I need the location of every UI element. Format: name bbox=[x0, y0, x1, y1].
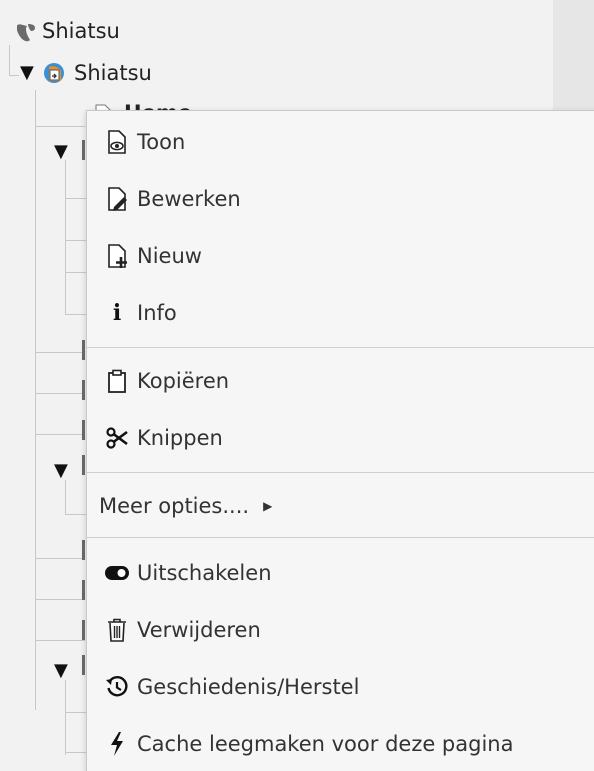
menu-item-label: Nieuw bbox=[137, 244, 202, 268]
page-icon bbox=[82, 620, 85, 640]
tree-guide-line bbox=[35, 90, 36, 710]
menu-item-label: Toon bbox=[137, 130, 186, 154]
menu-item-new[interactable]: Nieuw bbox=[87, 228, 594, 284]
menu-item-label: Meer opties.... bbox=[99, 494, 250, 518]
menu-item-edit[interactable]: Bewerken bbox=[87, 171, 594, 227]
tree-guide-line bbox=[35, 599, 85, 600]
page-edit-icon bbox=[99, 187, 135, 211]
tree-guide-line bbox=[65, 272, 86, 273]
tree-root-label[interactable]: Shiatsu bbox=[42, 19, 120, 43]
menu-item-label: Cache leegmaken voor deze pagina bbox=[137, 732, 514, 756]
tree-guide-line bbox=[65, 514, 86, 515]
menu-divider bbox=[87, 472, 594, 473]
menu-item-view[interactable]: Toon bbox=[87, 114, 594, 170]
page-icon bbox=[82, 340, 85, 360]
trash-icon bbox=[99, 618, 135, 642]
tree-guide-line bbox=[35, 640, 85, 641]
menu-item-delete[interactable]: Verwijderen bbox=[87, 602, 594, 658]
menu-item-label: Uitschakelen bbox=[137, 561, 272, 585]
toggle-icon bbox=[99, 565, 135, 581]
tree-guide-line bbox=[65, 160, 66, 315]
page-icon bbox=[82, 580, 85, 600]
bolt-icon bbox=[99, 732, 135, 756]
page-icon bbox=[82, 455, 85, 475]
tree-guide-line bbox=[65, 480, 66, 515]
tree-guide-line bbox=[35, 558, 85, 559]
caret-right-icon: ▶ bbox=[263, 499, 273, 513]
expand-toggle-icon[interactable]: ▼ bbox=[54, 462, 68, 480]
tree-guide-line bbox=[35, 352, 85, 353]
expand-toggle-icon[interactable]: ▼ bbox=[54, 662, 68, 680]
menu-item-label: Kopiëren bbox=[137, 369, 230, 393]
page-icon bbox=[82, 540, 85, 560]
site-root-icon bbox=[42, 61, 66, 89]
page-icon bbox=[82, 420, 85, 440]
tree-guide-line bbox=[35, 393, 85, 394]
menu-item-copy[interactable]: Kopiëren bbox=[87, 353, 594, 409]
page-icon bbox=[82, 140, 85, 160]
tree-guide-line bbox=[65, 712, 86, 713]
info-icon: i bbox=[112, 300, 122, 326]
menu-divider bbox=[87, 537, 594, 538]
typo3-logo-icon bbox=[14, 22, 38, 50]
tree-guide-line bbox=[65, 198, 86, 199]
page-new-icon bbox=[99, 244, 135, 268]
menu-item-more-options[interactable]: Meer opties.... ▶ bbox=[87, 478, 594, 534]
menu-item-label: Bewerken bbox=[137, 187, 241, 211]
menu-item-label: Knippen bbox=[137, 426, 223, 450]
tree-guide-line bbox=[9, 45, 10, 75]
menu-divider bbox=[87, 347, 594, 348]
tree-guide-line bbox=[65, 752, 86, 753]
tree-guide-line bbox=[65, 680, 66, 755]
page-tree-panel: Shiatsu ▼ Shiatsu ▼ ▼ ▼ Toon Bewerken Ni… bbox=[0, 0, 594, 771]
expand-toggle-icon[interactable]: ▼ bbox=[54, 143, 68, 161]
context-menu: Toon Bewerken Nieuw i Info Kopiëren Knip… bbox=[86, 110, 594, 771]
menu-item-history[interactable]: Geschiedenis/Herstel bbox=[87, 659, 594, 715]
menu-item-info[interactable]: i Info bbox=[87, 285, 594, 341]
menu-item-label: Info bbox=[137, 301, 177, 325]
tree-guide-line bbox=[9, 75, 19, 76]
page-icon bbox=[82, 655, 85, 675]
expand-toggle-icon[interactable]: ▼ bbox=[20, 64, 34, 82]
tree-guide-line bbox=[35, 126, 85, 127]
clipboard-icon bbox=[99, 369, 135, 393]
menu-item-clear-cache[interactable]: Cache leegmaken voor deze pagina bbox=[87, 716, 594, 771]
menu-item-disable[interactable]: Uitschakelen bbox=[87, 545, 594, 601]
page-view-icon bbox=[99, 130, 135, 154]
menu-item-cut[interactable]: Knippen bbox=[87, 410, 594, 466]
page-icon bbox=[82, 380, 85, 400]
tree-guide-line bbox=[35, 434, 85, 435]
menu-item-label: Verwijderen bbox=[137, 618, 261, 642]
tree-guide-line bbox=[65, 314, 86, 315]
scissors-icon bbox=[99, 427, 135, 449]
history-icon bbox=[99, 675, 135, 699]
menu-item-label: Geschiedenis/Herstel bbox=[137, 675, 360, 699]
tree-guide-line bbox=[65, 240, 86, 241]
tree-site-label[interactable]: Shiatsu bbox=[74, 61, 152, 85]
